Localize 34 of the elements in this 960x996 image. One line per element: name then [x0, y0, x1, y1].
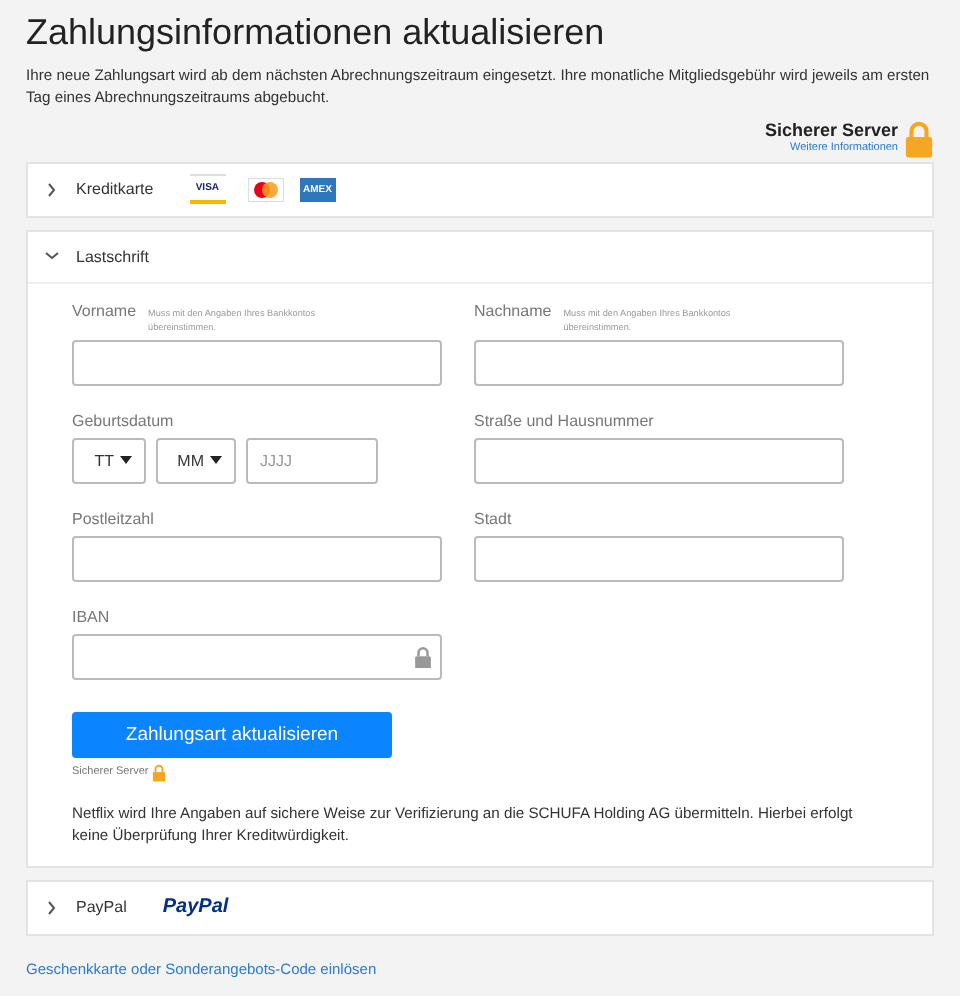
chevron-down-icon [44, 248, 60, 265]
field-label: IBAN [72, 607, 110, 628]
secure-server-label: Sicherer Server [764, 120, 898, 142]
field-label: Nachname [474, 301, 552, 322]
chevron-right-icon [44, 899, 60, 915]
padlock-icon [904, 120, 934, 158]
text-field[interactable] [474, 535, 844, 582]
payment-method-label: Kreditkarte [76, 180, 154, 199]
payment-method-header[interactable]: PayPal PayPal [28, 881, 932, 933]
caret-icon [210, 456, 222, 465]
date-select[interactable]: TT [72, 437, 146, 484]
page-title: Zahlungsinformationen aktualisieren [26, 10, 607, 56]
field-label: Geburtsdatum [72, 411, 174, 432]
submit-button[interactable]: Zahlungsart aktualisieren [72, 711, 392, 758]
paypal-logo: PayPal [162, 896, 229, 918]
payment-method-header[interactable]: Lastschrift [28, 231, 932, 284]
caret-icon [120, 456, 132, 465]
payment-method-label: Lastschrift [76, 247, 149, 266]
text-field[interactable] [72, 339, 442, 386]
mastercard-logo [247, 177, 284, 202]
padlock-icon [152, 763, 167, 781]
text-field[interactable] [474, 339, 844, 386]
field-label: Straße und Hausnummer [474, 411, 654, 432]
iban-field[interactable] [72, 633, 442, 680]
text-field[interactable] [72, 535, 442, 582]
text-field[interactable] [474, 437, 844, 484]
field-label: Stadt [474, 509, 512, 530]
year-field[interactable]: JJJJ [246, 437, 378, 484]
field-label: Postleitzahl [72, 509, 154, 530]
field-label: Vorname [72, 301, 137, 322]
lock-icon [414, 645, 432, 668]
chevron-right-icon [44, 181, 60, 198]
date-select[interactable]: MM [156, 437, 236, 484]
payment-method-label: PayPal [76, 898, 127, 916]
